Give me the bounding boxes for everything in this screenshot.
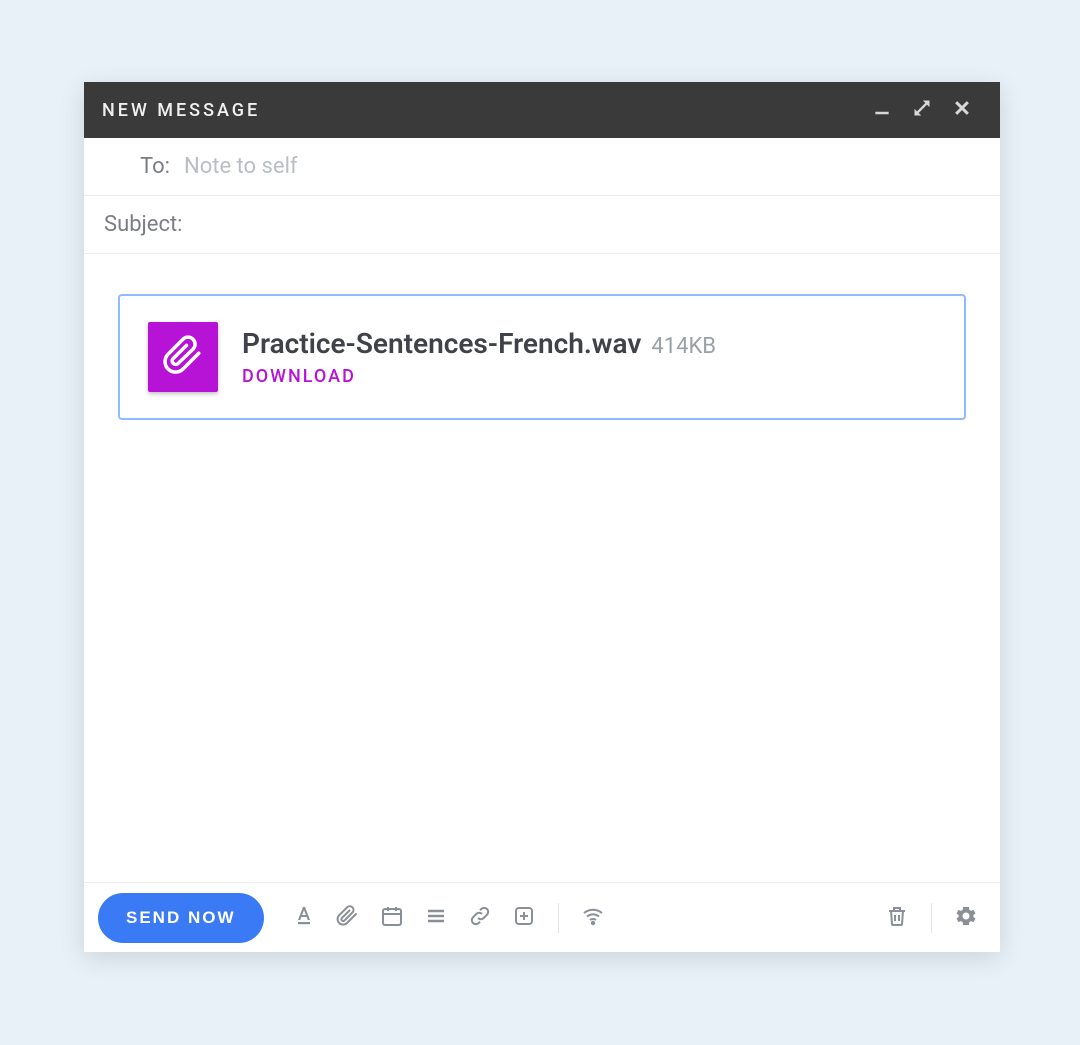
subject-field-row[interactable]: Subject: bbox=[84, 196, 1000, 254]
paperclip-icon bbox=[162, 334, 204, 380]
to-placeholder: Note to self bbox=[184, 154, 298, 179]
window-title: NEW MESSAGE bbox=[102, 100, 260, 121]
format-tools bbox=[284, 898, 544, 938]
attachment-meta: Practice-Sentences-French.wav 414KB DOWN… bbox=[242, 327, 936, 387]
attach-button[interactable] bbox=[328, 898, 368, 938]
link-icon bbox=[468, 904, 492, 931]
toolbar-divider bbox=[558, 903, 559, 933]
to-field-row[interactable]: To: Note to self bbox=[84, 138, 1000, 196]
text-format-icon bbox=[292, 904, 316, 931]
settings-button[interactable] bbox=[946, 898, 986, 938]
minimize-button[interactable] bbox=[862, 90, 902, 130]
attachment-filename: Practice-Sentences-French.wav bbox=[242, 327, 641, 360]
download-link[interactable]: DOWNLOAD bbox=[242, 366, 936, 387]
compose-window: NEW MESSAGE To: Note to self Subject: bbox=[84, 82, 1000, 952]
toolbar-divider-2 bbox=[931, 903, 932, 933]
to-label: To: bbox=[104, 154, 184, 179]
calendar-icon bbox=[380, 904, 404, 931]
gear-icon bbox=[954, 904, 978, 931]
plus-square-icon bbox=[512, 904, 536, 931]
titlebar: NEW MESSAGE bbox=[84, 82, 1000, 138]
text-format-button[interactable] bbox=[284, 898, 324, 938]
insert-button[interactable] bbox=[504, 898, 544, 938]
link-button[interactable] bbox=[460, 898, 500, 938]
list-button[interactable] bbox=[416, 898, 456, 938]
wifi-button[interactable] bbox=[573, 898, 613, 938]
message-body[interactable]: Practice-Sentences-French.wav 414KB DOWN… bbox=[84, 254, 1000, 882]
subject-label: Subject: bbox=[104, 212, 183, 237]
send-button[interactable]: SEND NOW bbox=[98, 893, 264, 943]
close-button[interactable] bbox=[942, 90, 982, 130]
expand-icon bbox=[912, 98, 932, 122]
menu-lines-icon bbox=[424, 904, 448, 931]
paperclip-icon bbox=[336, 904, 360, 931]
trash-icon bbox=[885, 904, 909, 931]
wifi-icon bbox=[581, 904, 605, 931]
minimize-icon bbox=[872, 98, 892, 122]
close-icon bbox=[952, 98, 972, 122]
expand-button[interactable] bbox=[902, 90, 942, 130]
calendar-button[interactable] bbox=[372, 898, 412, 938]
attachment-size: 414KB bbox=[651, 334, 716, 359]
trash-button[interactable] bbox=[877, 898, 917, 938]
compose-toolbar: SEND NOW bbox=[84, 882, 1000, 952]
attachment-card[interactable]: Practice-Sentences-French.wav 414KB DOWN… bbox=[118, 294, 966, 420]
attachment-icon-box bbox=[148, 322, 218, 392]
